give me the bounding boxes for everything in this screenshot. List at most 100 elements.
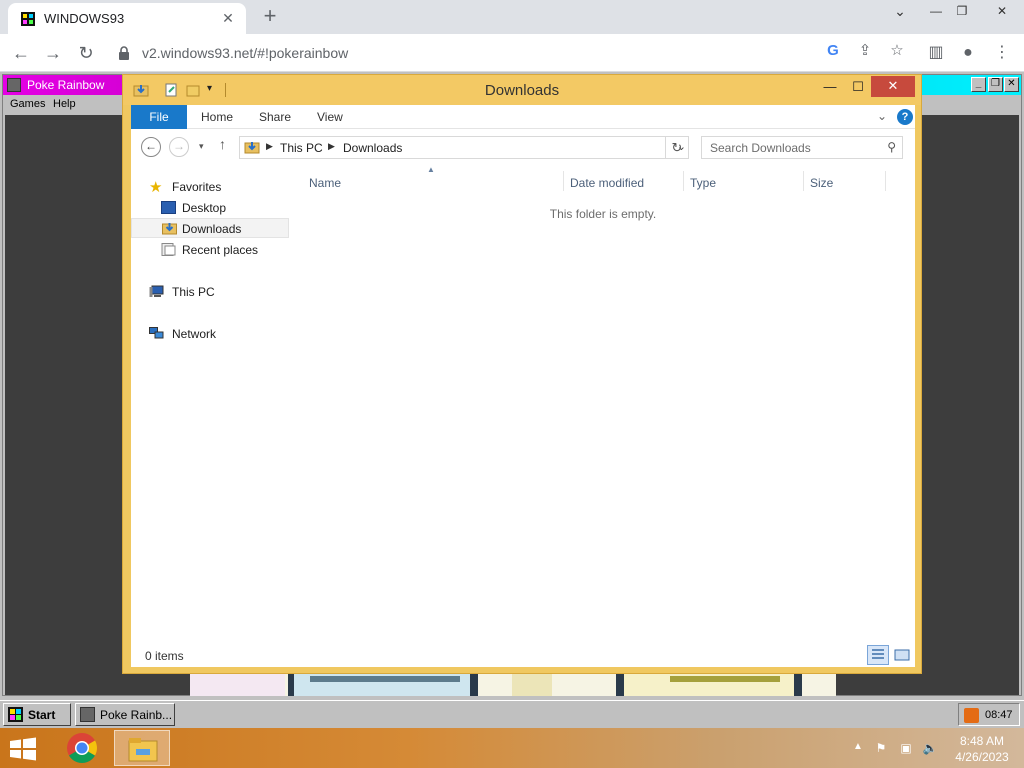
explorer-titlebar[interactable]: ▾ Downloads — ☐ ✕: [123, 75, 921, 105]
help-icon[interactable]: ?: [897, 109, 913, 125]
breadcrumb-arrow-icon[interactable]: ▶: [328, 141, 335, 152]
poke-close-button[interactable]: ✕: [1004, 77, 1019, 92]
recent-places-icon: [161, 243, 176, 256]
browser-restore-button[interactable]: ❐: [944, 0, 980, 24]
share-icon[interactable]: ⇪: [856, 42, 874, 60]
browser-tab-strip: WINDOWS93 ✕ + ⌄ — ❐ ✕: [0, 0, 1024, 34]
breadcrumb-this-pc[interactable]: This PC: [280, 141, 323, 155]
windows-start-icon[interactable]: [8, 737, 38, 761]
bookmark-star-icon[interactable]: ☆: [888, 42, 906, 60]
w93-task-poke-rainbow[interactable]: Poke Rainb...: [75, 703, 175, 726]
star-icon: ★: [149, 179, 163, 196]
poke-maximize-button[interactable]: ❐: [988, 77, 1003, 92]
tab-home[interactable]: Home: [201, 110, 233, 124]
tab-close-icon[interactable]: ✕: [218, 8, 238, 28]
nav-favorites[interactable]: ★ Favorites: [131, 177, 289, 197]
desktop-icon: [161, 201, 176, 214]
computer-icon: [149, 285, 164, 297]
explorer-maximize-button[interactable]: ☐: [843, 77, 873, 97]
details-view-icon[interactable]: [867, 645, 889, 665]
side-panel-icon[interactable]: ▥: [926, 43, 946, 63]
chrome-icon: [67, 733, 98, 764]
column-type[interactable]: Type: [685, 171, 803, 195]
column-separator[interactable]: [563, 171, 564, 191]
nav-network[interactable]: Network: [131, 324, 289, 344]
action-center-flag-icon[interactable]: ⚑: [873, 741, 889, 756]
ribbon-tabs: File Home Share View ⌄ ?: [131, 105, 915, 129]
network-status-icon[interactable]: ▣: [898, 741, 914, 756]
browser-tab-title: WINDOWS93: [44, 11, 125, 26]
address-bar[interactable]: v2.windows93.net/#!pokerainbow: [110, 38, 860, 68]
new-tab-icon[interactable]: +: [258, 5, 282, 29]
volume-muted-icon[interactable]: 🔈: [922, 741, 938, 756]
column-separator[interactable]: [885, 171, 886, 191]
breadcrumb-downloads[interactable]: Downloads: [343, 141, 402, 155]
poke-rainbow-app-icon: [7, 78, 21, 92]
lock-icon: [119, 46, 129, 60]
column-name[interactable]: Name ▲: [301, 165, 561, 195]
poke-rainbow-title: Poke Rainbow: [27, 78, 105, 92]
item-count: 0 items: [145, 649, 184, 663]
reload-icon[interactable]: ↻: [73, 40, 99, 66]
poke-minimize-button[interactable]: _: [971, 77, 986, 92]
tab-share[interactable]: Share: [259, 110, 291, 124]
clock-date: 4/26/2023: [955, 750, 1009, 764]
tab-file[interactable]: File: [131, 105, 187, 129]
explorer-minimize-button[interactable]: —: [815, 77, 845, 97]
kebab-menu-icon[interactable]: ⋮: [992, 43, 1012, 63]
breadcrumb-arrow-icon[interactable]: ▶: [266, 141, 273, 152]
column-date-modified[interactable]: Date modified: [565, 171, 683, 195]
chrome-taskbar-button[interactable]: [54, 730, 110, 766]
show-hidden-icons-chevron-icon[interactable]: ▲: [850, 741, 866, 756]
rss-icon[interactable]: [964, 708, 979, 723]
column-size[interactable]: Size: [805, 171, 885, 195]
column-separator[interactable]: [683, 171, 684, 191]
column-separator[interactable]: [803, 171, 804, 191]
nav-desktop[interactable]: Desktop: [131, 198, 289, 218]
back-button-icon[interactable]: ←: [141, 137, 161, 157]
forward-button-icon[interactable]: →: [169, 137, 189, 157]
google-lens-icon[interactable]: G: [824, 42, 842, 60]
explorer-window: ▾ Downloads — ☐ ✕ File Home Share View ⌄…: [122, 74, 922, 674]
forward-arrow-icon[interactable]: →: [40, 40, 66, 66]
w93-system-tray: 08:47: [958, 703, 1020, 726]
w93-clock: 08:47: [985, 709, 1013, 721]
nav-downloads[interactable]: Downloads: [131, 218, 289, 238]
windows-clock[interactable]: 8:48 AM 4/26/2023: [948, 733, 1016, 765]
explorer-close-button[interactable]: ✕: [871, 76, 915, 97]
explorer-content: ★ Favorites Desktop Downloads Recent pla…: [131, 165, 915, 641]
up-arrow-icon[interactable]: ↑: [219, 136, 226, 152]
nav-recent-places[interactable]: Recent places: [131, 240, 289, 260]
empty-folder-message: This folder is empty.: [549, 207, 657, 221]
tab-view[interactable]: View: [317, 110, 343, 124]
back-arrow-icon[interactable]: ←: [8, 40, 34, 66]
tab-search-chevron-icon[interactable]: ⌄: [882, 0, 918, 24]
sort-ascending-icon: ▲: [427, 165, 435, 174]
browser-tab[interactable]: WINDOWS93 ✕: [8, 3, 246, 34]
large-icons-view-icon[interactable]: [891, 645, 913, 665]
refresh-icon[interactable]: ↻: [665, 136, 689, 159]
menu-help[interactable]: Help: [53, 98, 76, 110]
expand-ribbon-chevron-icon[interactable]: ⌄: [877, 109, 887, 123]
search-input[interactable]: Search Downloads ⚲: [701, 136, 903, 159]
poke-rainbow-app-icon: [80, 707, 95, 722]
browser-close-button[interactable]: ✕: [984, 0, 1020, 24]
file-list-pane: Name ▲ Date modified Type Size This fold…: [301, 165, 915, 641]
breadcrumb[interactable]: ▶ This PC ▶ Downloads ⌄: [239, 136, 689, 159]
status-bar: 0 items: [131, 641, 915, 667]
windows93-taskbar: Start Poke Rainb... 08:47: [0, 700, 1024, 728]
windows93-logo-icon: [8, 707, 23, 722]
file-explorer-taskbar-button[interactable]: [114, 730, 170, 766]
w93-start-button[interactable]: Start: [3, 703, 71, 726]
menu-games[interactable]: Games: [10, 98, 45, 110]
search-placeholder: Search Downloads: [710, 141, 811, 155]
windows93-favicon-icon: [21, 12, 35, 26]
profile-avatar-icon[interactable]: ●: [958, 43, 978, 63]
nav-this-pc[interactable]: This PC: [131, 282, 289, 302]
url-text: v2.windows93.net/#!pokerainbow: [142, 45, 349, 61]
browser-toolbar: ← → ↻ v2.windows93.net/#!pokerainbow G ⇪…: [0, 34, 1024, 72]
recent-locations-dropdown-icon[interactable]: ▾: [199, 141, 204, 152]
downloads-folder-icon: [162, 223, 177, 235]
folder-download-icon: [244, 142, 260, 154]
game-scene-strip: [190, 672, 836, 696]
